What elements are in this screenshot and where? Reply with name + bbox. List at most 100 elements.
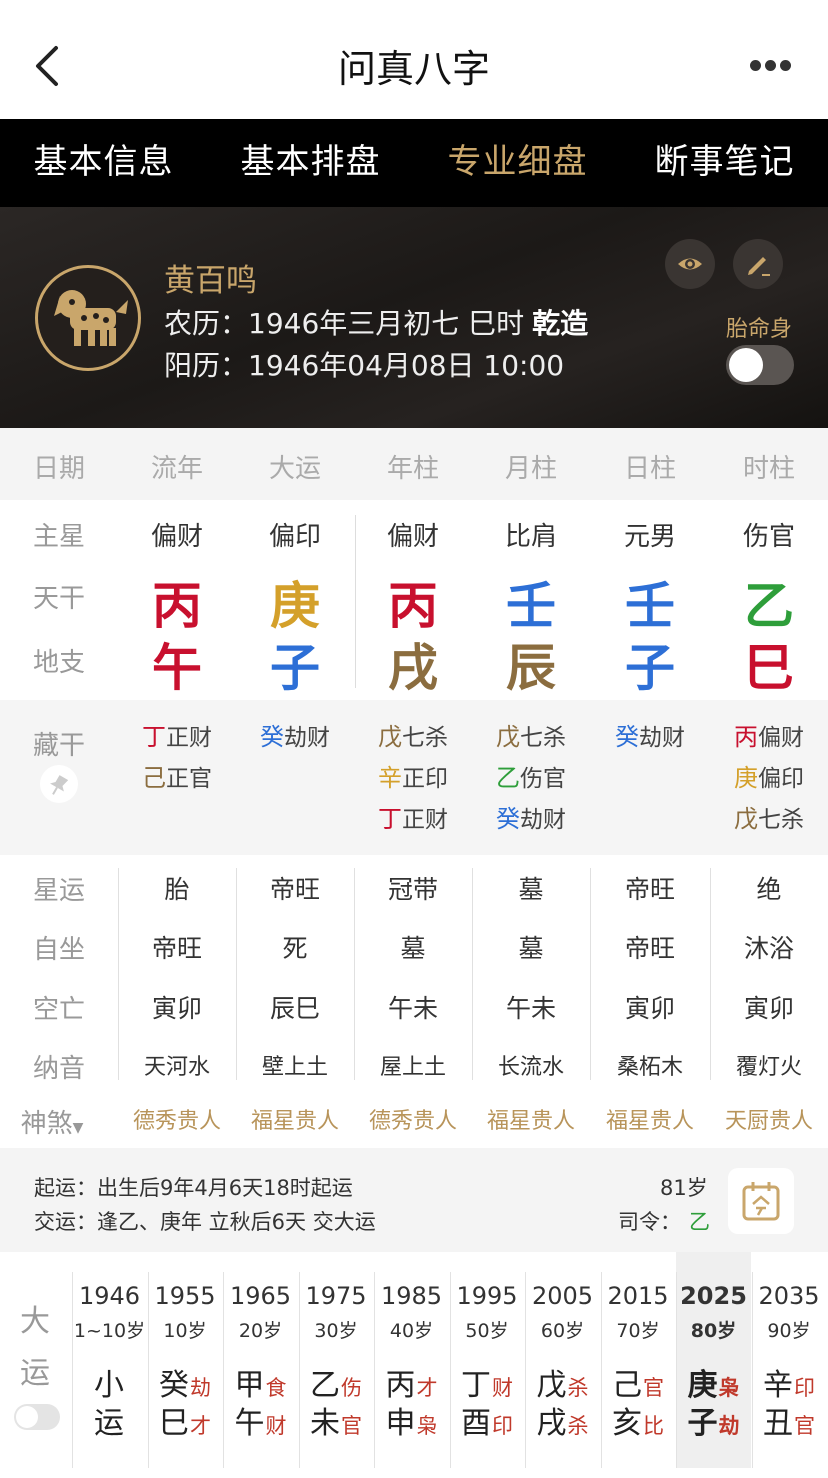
xingyun-cell: 墓 [518, 875, 544, 904]
shensha-cell[interactable]: 福星贵人 [236, 1103, 354, 1135]
tab-bar: 基本信息 基本排盘 专业细盘 断事笔记 [0, 119, 828, 207]
canggan-stem: 丁 [378, 805, 402, 833]
xingyun-cell: 帝旺 [269, 875, 320, 904]
canggan-item: 己正官 [118, 758, 236, 800]
taiming-toggle[interactable] [726, 345, 794, 385]
siling-value: 乙 [689, 1210, 710, 1234]
canggan-stem: 癸 [496, 805, 520, 833]
dayun-branch-char: 酉 [461, 1406, 491, 1441]
shensha-cell[interactable]: 天厨贵人 [710, 1103, 828, 1135]
dayun-column[interactable]: 1985 40岁 丙才 申枭 [374, 1252, 449, 1468]
jiaoyun-text: 交运：逢乙、庚年 立秋后6天 交大运 [34, 1210, 376, 1234]
dayun-separator [449, 1272, 451, 1468]
dayun-branch-char: 亥 [612, 1406, 642, 1441]
dayun-year: 2025 [680, 1282, 747, 1310]
dayun-separator [374, 1272, 375, 1468]
calendar-icon [742, 1182, 780, 1221]
dayun-branch: 巳才 [148, 1398, 223, 1442]
zizuo-cell: 墓 [400, 934, 426, 963]
dayun-branch-god: 杀 [567, 1414, 589, 1438]
dayun-year: 1946 [78, 1282, 141, 1310]
dayun-branch-god: 财 [265, 1414, 287, 1438]
canggan-item: 丁正财 [118, 717, 236, 759]
pencil-icon [748, 257, 770, 276]
shensha-cell[interactable]: 福星贵人 [472, 1103, 590, 1135]
dizhi-char: 午 [152, 639, 202, 697]
dayun-stem-god: 食 [265, 1376, 287, 1400]
profile-name: 黄百鸣 [164, 263, 257, 299]
taiming-label: 胎命身 [726, 317, 793, 342]
canggan-stem: 癸 [260, 723, 284, 751]
tab-basic-chart[interactable]: 基本排盘 [207, 119, 414, 207]
dayun-branch-god: 劫 [718, 1414, 740, 1438]
shensha-cell[interactable]: 福星贵人 [590, 1103, 710, 1135]
kongwang-cell: 寅卯 [743, 994, 794, 1023]
dayun-column[interactable]: 1975 30岁 乙伤 未官 [299, 1252, 374, 1468]
dayun-age: 40岁 [389, 1320, 434, 1342]
tab-professional-chart[interactable]: 专业细盘 [414, 119, 621, 207]
label-kongwang: 空亡 [32, 995, 85, 1025]
label-xingyun: 星运 [32, 876, 85, 906]
canggan-stem: 己 [142, 764, 166, 792]
column-header: 日期 流年 大运 年柱 月柱 日柱 时柱 [0, 428, 828, 500]
dayun-column[interactable]: 2035 90岁 辛印 丑官 [752, 1252, 827, 1468]
canggan-god: 偏印 [758, 766, 804, 792]
lunar-date-text: 农历：1946年三月初七 巳时 [164, 307, 525, 340]
tab-basic-info[interactable]: 基本信息 [0, 119, 207, 207]
canggan-stem: 癸 [615, 723, 639, 751]
dayun-column[interactable]: 2015 70岁 己官 亥比 [601, 1252, 676, 1468]
dayun-stem-god: 枭 [718, 1376, 740, 1400]
dayun-column[interactable]: 1946 1~10岁小运 [72, 1252, 147, 1468]
label-shensha: 神煞 [20, 1109, 73, 1139]
col-day: 日柱 [623, 454, 676, 484]
eye-button[interactable] [665, 239, 715, 289]
more-options-icon[interactable] [748, 48, 798, 84]
main-star-cell: 偏财 [150, 522, 203, 552]
canggan-god: 偏财 [758, 725, 804, 751]
dizhi-char: 子 [625, 639, 675, 697]
xingyun-cell: 冠带 [387, 875, 438, 904]
dayun-age: 60岁 [540, 1320, 585, 1342]
tab-notes[interactable]: 断事笔记 [621, 119, 828, 207]
dayun-branch-char: 子 [687, 1406, 718, 1441]
dayun-age: 80岁 [690, 1320, 737, 1342]
shensha-cell[interactable]: 德秀贵人 [354, 1103, 472, 1135]
dayun-branch-god: 枭 [416, 1414, 438, 1438]
canggan-stem: 戊 [734, 805, 758, 833]
dayun-column[interactable]: 1955 10岁 癸劫 巳才 [148, 1252, 223, 1468]
profile-card: 黄百鸣 农历：1946年三月初七 巳时 乾造 阳历：1946年04月08日 10:… [0, 207, 828, 428]
gender-tag: 乾造 [532, 307, 589, 340]
shensha-dropdown[interactable]: 神煞▼ [0, 1103, 104, 1140]
dayun-label-1: 大 [20, 1304, 50, 1339]
dayun-branch-god: 官 [341, 1414, 362, 1438]
pin-icon[interactable] [40, 765, 78, 803]
dayun-separator [223, 1272, 224, 1468]
dayun-branch: 亥比 [601, 1398, 676, 1442]
canggan-item: 丁正财 [354, 799, 472, 841]
nayin-cell: 桑柘木 [616, 1055, 683, 1080]
dayun-branch: 运 [72, 1398, 147, 1442]
dayun-stem-god: 劫 [190, 1376, 211, 1400]
dayun-separator [72, 1272, 73, 1468]
dayun-age: 70岁 [616, 1320, 660, 1342]
edit-button[interactable] [733, 239, 783, 289]
dayun-year: 1985 [380, 1282, 443, 1310]
zizuo-cell: 墓 [518, 934, 544, 963]
dayun-column[interactable]: 2005 60岁 戊杀 戌杀 [525, 1252, 600, 1468]
dayun-column[interactable]: 2025 80岁 庚枭 子劫 [676, 1252, 751, 1468]
dayun-column[interactable]: 1995 50岁 丁财 酉印 [450, 1252, 525, 1468]
dayun-stem-god: 官 [643, 1376, 664, 1400]
canggan-item: 癸劫财 [472, 799, 590, 841]
dayun-branch: 戌杀 [525, 1398, 600, 1442]
dayun-toggle[interactable] [14, 1404, 60, 1430]
dayun-column[interactable]: 1965 20岁 甲食 午财 [223, 1252, 298, 1468]
shensha-cell[interactable]: 德秀贵人 [118, 1103, 236, 1135]
dayun-stem-god: 伤 [341, 1376, 362, 1400]
canggan-stem: 丁 [142, 723, 166, 751]
dayun-branch: 子劫 [676, 1398, 751, 1442]
calendar-button[interactable] [728, 1168, 794, 1234]
nayin-cell: 屋上土 [379, 1055, 446, 1080]
label-main-star: 主星 [32, 522, 85, 552]
col-date: 日期 [32, 454, 85, 484]
dayun-branch-char: 午 [234, 1406, 265, 1441]
